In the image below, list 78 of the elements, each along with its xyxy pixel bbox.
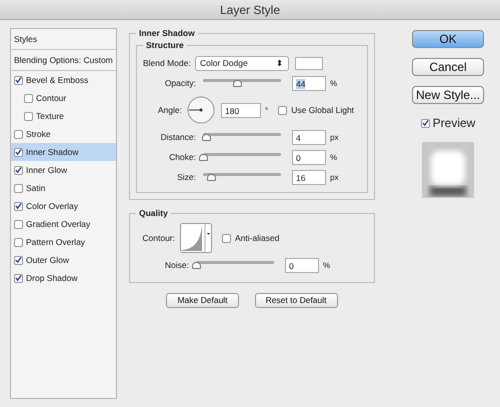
unit-label: px — [329, 172, 338, 182]
style-label: Contour — [36, 93, 66, 103]
field-label: Choke: — [168, 152, 197, 162]
style-checkbox[interactable] — [14, 238, 23, 246]
window-title: Layer Style — [220, 2, 280, 16]
style-preview — [422, 142, 474, 198]
group-title: Quality — [138, 208, 169, 218]
style-checkbox[interactable] — [24, 112, 33, 120]
style-item[interactable]: Satin — [11, 179, 116, 197]
style-checkbox[interactable] — [14, 220, 23, 228]
style-item[interactable]: Inner Shadow — [11, 143, 116, 161]
contour-picker[interactable] — [180, 223, 212, 253]
style-item[interactable]: Inner Glow — [11, 161, 116, 179]
anti-aliased-checkbox[interactable] — [222, 234, 231, 242]
field-label: Size: — [176, 172, 197, 182]
default-button[interactable]: Reset to Default — [254, 292, 338, 308]
style-label: Gradient Overlay — [26, 219, 90, 229]
style-label: Outer Glow — [26, 255, 69, 265]
style-item[interactable]: Bevel & Emboss — [11, 71, 116, 89]
style-item[interactable]: Stroke — [11, 125, 116, 143]
style-checkbox[interactable] — [14, 274, 23, 282]
group-title: Inner Shadow — [138, 28, 196, 38]
value-field[interactable]: 44 — [292, 76, 326, 90]
style-checkbox[interactable] — [14, 130, 23, 138]
new-style-button[interactable]: New Style... — [412, 86, 484, 104]
style-checkbox[interactable] — [14, 256, 23, 264]
angle-dial[interactable] — [187, 96, 215, 124]
style-label: Texture — [36, 111, 64, 121]
style-checkbox[interactable] — [14, 166, 23, 174]
unit-label: % — [329, 152, 338, 162]
unit-label: ° — [264, 106, 268, 114]
cancel-button[interactable]: Cancel — [412, 58, 484, 76]
default-button[interactable]: Make Default — [166, 292, 239, 308]
group-title: Structure — [145, 40, 185, 50]
field-label: Distance: — [160, 132, 197, 142]
style-item[interactable]: Pattern Overlay — [11, 233, 116, 251]
sidebar-header: Styles — [11, 29, 116, 50]
style-label: Stroke — [26, 129, 51, 139]
blend-mode-select[interactable]: Color Dodge ⬍ — [195, 56, 289, 70]
style-item[interactable]: Color Overlay — [11, 197, 116, 215]
field-label: Contour: — [141, 233, 176, 243]
preview-checkbox[interactable] — [420, 118, 430, 128]
style-item[interactable]: Gradient Overlay — [11, 215, 116, 233]
field-label: Blend Mode: — [143, 58, 192, 68]
style-label: Inner Shadow — [26, 147, 78, 157]
field-label: Noise: — [164, 260, 190, 270]
style-label: Drop Shadow — [26, 273, 78, 283]
preview-label: Preview — [432, 116, 476, 130]
style-checkbox[interactable] — [14, 202, 23, 210]
style-item[interactable]: Drop Shadow — [11, 269, 116, 287]
style-checkbox[interactable] — [14, 76, 23, 84]
checkbox-label: Use Global Light — [291, 105, 354, 115]
style-item[interactable]: Texture — [11, 107, 116, 125]
value-field[interactable]: 4 — [292, 130, 326, 144]
value-field[interactable]: 0 — [292, 150, 326, 164]
unit-label: % — [329, 78, 338, 88]
style-item[interactable]: Outer Glow — [11, 251, 116, 269]
style-checkbox[interactable] — [14, 184, 23, 192]
style-label: Bevel & Emboss — [26, 75, 88, 85]
global-light-checkbox[interactable] — [278, 106, 288, 114]
style-item[interactable]: Contour — [11, 89, 116, 107]
unit-label: % — [322, 260, 330, 270]
style-label: Satin — [26, 183, 46, 193]
field-label: Opacity: — [164, 78, 197, 88]
value-field[interactable]: 180 — [221, 102, 261, 118]
style-label: Inner Glow — [26, 165, 68, 175]
color-swatch[interactable] — [295, 56, 323, 70]
unit-label: px — [329, 132, 338, 142]
value-field[interactable]: 16 — [292, 170, 326, 184]
style-label: Pattern Overlay — [26, 237, 86, 247]
style-label: Color Overlay — [26, 201, 78, 211]
style-checkbox[interactable] — [14, 148, 23, 156]
style-checkbox[interactable] — [24, 94, 33, 102]
blending-options-item[interactable]: Blending Options: Custom — [11, 50, 116, 71]
field-label: Angle: — [156, 105, 183, 115]
value-field[interactable]: 0 — [285, 258, 319, 272]
ok-button[interactable]: OK — [412, 30, 484, 48]
checkbox-label: Anti-aliased — [235, 233, 280, 243]
